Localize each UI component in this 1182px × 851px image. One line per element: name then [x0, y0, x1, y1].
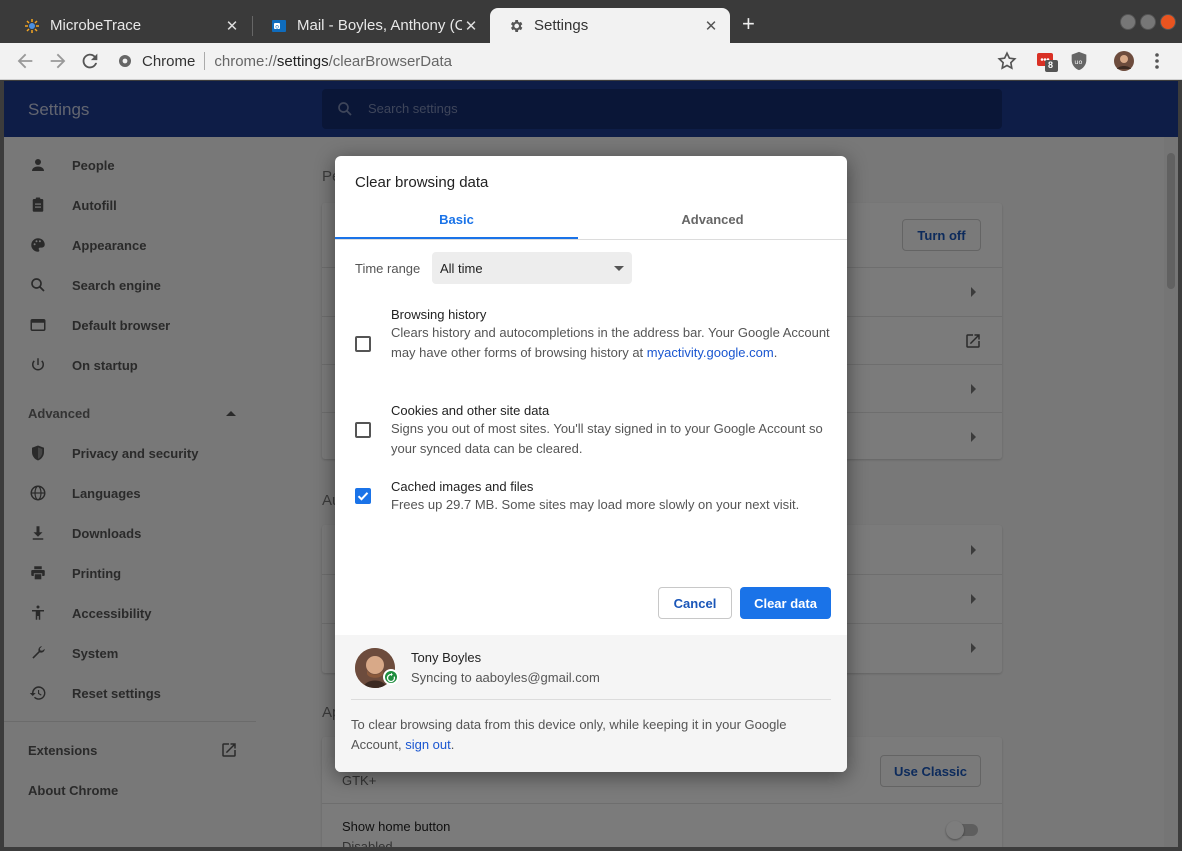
- extension-icon[interactable]: 8: [1036, 50, 1058, 72]
- clear-data-button[interactable]: Clear data: [740, 587, 831, 619]
- cached-files-checkbox[interactable]: [355, 488, 371, 504]
- dropdown-caret-icon: [614, 266, 624, 271]
- tab-advanced[interactable]: Advanced: [591, 212, 834, 227]
- browser-toolbar: Chrome chrome://settings/clearBrowserDat…: [0, 43, 1182, 80]
- tab-settings[interactable]: Settings ✕: [490, 8, 730, 43]
- bookmark-star-icon[interactable]: [996, 50, 1018, 72]
- tab-basic[interactable]: Basic: [335, 212, 578, 227]
- maximize-button[interactable]: [1140, 14, 1156, 30]
- link-suffix: .: [773, 345, 778, 360]
- close-icon[interactable]: ✕: [223, 17, 241, 35]
- gear-icon: [508, 18, 524, 34]
- tab-title: Mail - Boyles, Anthony (CDC: [297, 17, 462, 34]
- minimize-button[interactable]: [1120, 14, 1136, 30]
- browsing-history-desc: Clears history and autocompletions in th…: [391, 323, 831, 363]
- cached-files-desc: Frees up 29.7 MB. Some sites may load mo…: [391, 497, 800, 512]
- tab-mail[interactable]: o Mail - Boyles, Anthony (CDC ✕: [253, 8, 490, 43]
- myactivity-link[interactable]: myactivity.google.com: [647, 345, 774, 360]
- tab-strip: MicrobeTrace ✕ o Mail - Boyles, Anthony …: [0, 0, 1182, 43]
- dialog-title: Clear browsing data: [355, 174, 489, 191]
- cookies-checkbox[interactable]: [355, 422, 371, 438]
- cookies-desc: Signs you out of most sites. You'll stay…: [391, 421, 823, 456]
- tab-title: Settings: [534, 17, 589, 34]
- reload-icon[interactable]: [79, 50, 101, 72]
- svg-text:uo: uo: [1074, 58, 1082, 66]
- time-range-label: Time range: [355, 261, 421, 276]
- footer-divider: [351, 699, 831, 700]
- checkmark-icon: [357, 492, 369, 501]
- chrome-site-icon: [118, 54, 132, 68]
- tab-divider: [335, 239, 847, 240]
- footer-note: To clear browsing data from this device …: [351, 715, 821, 755]
- outlook-icon: o: [271, 18, 287, 34]
- cookies-title: Cookies and other site data: [391, 403, 550, 418]
- time-range-value: All time: [440, 261, 483, 276]
- back-icon[interactable]: [14, 50, 36, 72]
- footer-suffix: .: [450, 737, 455, 752]
- browsing-history-checkbox[interactable]: [355, 336, 371, 352]
- close-icon[interactable]: ✕: [702, 17, 720, 35]
- address-bar[interactable]: Chrome chrome://settings/clearBrowserDat…: [118, 49, 452, 73]
- dialog-footer: Tony Boyles Syncing to aaboyles@gmail.co…: [335, 635, 847, 772]
- cancel-button[interactable]: Cancel: [658, 587, 732, 619]
- url-scheme: chrome://: [214, 52, 277, 70]
- sign-out-link[interactable]: sign out: [405, 737, 451, 752]
- kebab-menu-icon[interactable]: [1146, 50, 1168, 72]
- browsing-history-title: Browsing history: [391, 307, 487, 322]
- svg-text:o: o: [275, 23, 279, 30]
- account-sync-status: Syncing to aaboyles@gmail.com: [411, 670, 600, 685]
- clear-browsing-data-dialog: Clear browsing data Basic Advanced Time …: [335, 156, 847, 772]
- close-icon[interactable]: ✕: [462, 17, 480, 35]
- forward-icon[interactable]: [47, 50, 69, 72]
- microbetrace-icon: [24, 18, 40, 34]
- new-tab-button[interactable]: +: [742, 13, 755, 35]
- ublock-icon[interactable]: uo: [1068, 50, 1090, 72]
- tab-microbetrace[interactable]: MicrobeTrace ✕: [6, 8, 251, 43]
- account-name: Tony Boyles: [411, 650, 482, 665]
- omnibox-separator: [204, 52, 206, 70]
- window-close-button[interactable]: [1160, 14, 1176, 30]
- time-range-select[interactable]: All time: [432, 252, 632, 284]
- sync-icon: [383, 669, 399, 685]
- site-label: Chrome: [142, 52, 196, 70]
- extension-badge: 8: [1048, 60, 1054, 70]
- cached-files-title: Cached images and files: [391, 479, 534, 494]
- url-path: /clearBrowserData: [328, 52, 452, 70]
- profile-avatar[interactable]: [1113, 50, 1135, 72]
- url-host: settings: [276, 52, 329, 70]
- tab-title: MicrobeTrace: [50, 17, 142, 34]
